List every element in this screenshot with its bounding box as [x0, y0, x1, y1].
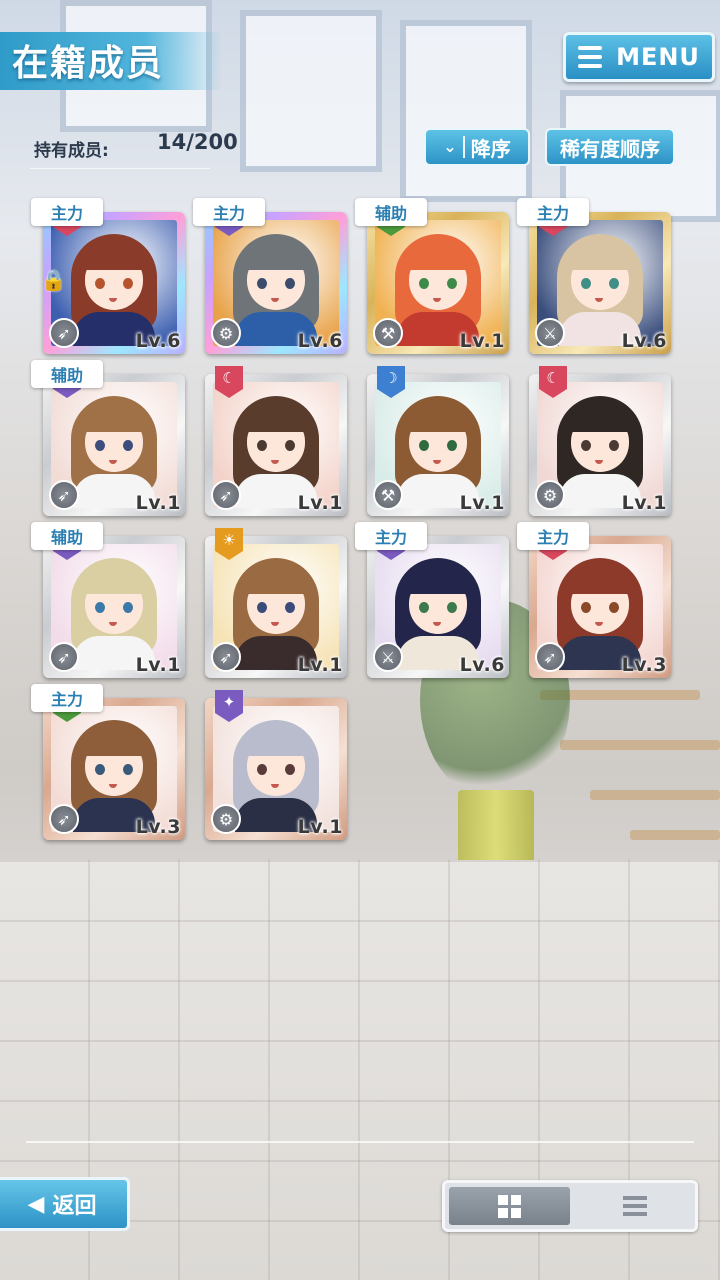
- grid-icon: [498, 1194, 521, 1218]
- sort-rarity-label: 稀有度顺序: [560, 136, 660, 161]
- member-level: Lv.3: [621, 654, 667, 676]
- member-card[interactable]: ☀ ➶ Lv.1: [205, 528, 347, 678]
- footer-divider: [26, 1141, 694, 1143]
- rocket-icon: ➶: [535, 642, 565, 672]
- member-card[interactable]: ✦ ⚙ Lv.1: [205, 690, 347, 840]
- owned-members-label: 持有成员:: [34, 141, 109, 161]
- member-level: Lv.1: [135, 654, 181, 676]
- rocket-icon: ➶: [49, 318, 79, 348]
- role-tag: 主力: [355, 522, 427, 550]
- header-divider: [30, 168, 210, 169]
- rocket-icon: ➶: [49, 642, 79, 672]
- member-card[interactable]: ♣ ⚒ Lv.1 辅助: [355, 198, 509, 354]
- view-mode-toggle: [442, 1180, 698, 1232]
- member-card[interactable]: ✦ ⚔ Lv.6 主力: [355, 522, 509, 678]
- sort-rarity-button[interactable]: 稀有度顺序: [545, 128, 675, 166]
- sort-order-button[interactable]: ⌄ 降序: [424, 128, 530, 166]
- role-tag: 主力: [517, 198, 589, 226]
- member-card[interactable]: ✦ ⚙ Lv.6 主力: [193, 198, 347, 354]
- member-card[interactable]: ✦ ➶ Lv.1 辅助: [31, 360, 185, 516]
- separator: [462, 136, 465, 158]
- role-tag: 主力: [193, 198, 265, 226]
- member-level: Lv.6: [135, 330, 181, 352]
- member-level: Lv.1: [297, 492, 343, 514]
- member-level: Lv.6: [621, 330, 667, 352]
- rocket-icon: ➶: [49, 804, 79, 834]
- grid-view-button[interactable]: [449, 1187, 570, 1225]
- gear-icon: ⚙: [535, 480, 565, 510]
- member-level: Lv.1: [297, 816, 343, 838]
- menu-button[interactable]: MENU: [563, 32, 715, 82]
- member-card[interactable]: ☾ ➶ Lv.3 主力: [517, 522, 671, 678]
- page-title: 在籍成员: [12, 43, 165, 84]
- back-button[interactable]: ◀ 返回: [0, 1177, 130, 1231]
- member-level: Lv.3: [135, 816, 181, 838]
- member-card[interactable]: ☾ ➶ Lv.6 主力🔒: [31, 198, 185, 354]
- member-card[interactable]: ☾ ⚔ Lv.6 主力: [517, 198, 671, 354]
- role-tag: 辅助: [31, 522, 103, 550]
- lock-icon: 🔒: [41, 268, 66, 292]
- role-tag: 主力: [31, 684, 103, 712]
- member-card[interactable]: ☾ ⚙ Lv.1: [529, 366, 671, 516]
- member-level: Lv.1: [459, 330, 505, 352]
- sort-order-label: 降序: [470, 136, 511, 161]
- hamburger-icon: [578, 46, 603, 68]
- member-level: Lv.1: [297, 654, 343, 676]
- role-tag: 主力: [31, 198, 103, 226]
- list-icon: [622, 1196, 647, 1216]
- role-tag: 辅助: [31, 360, 103, 388]
- member-level: Lv.1: [459, 492, 505, 514]
- member-level: Lv.1: [621, 492, 667, 514]
- list-view-button[interactable]: [574, 1183, 695, 1229]
- member-card[interactable]: ☽ ⚒ Lv.1: [367, 366, 509, 516]
- sword-icon: ⚔: [535, 318, 565, 348]
- member-card[interactable]: ☾ ➶ Lv.1: [205, 366, 347, 516]
- rocket-icon: ➶: [211, 642, 241, 672]
- member-card[interactable]: ♣ ➶ Lv.3 主力: [31, 684, 185, 840]
- sword-icon: ⚔: [373, 642, 403, 672]
- left-triangle-icon: ◀: [27, 1191, 45, 1217]
- role-tag: 主力: [517, 522, 589, 550]
- member-card[interactable]: ✦ ➶ Lv.1 辅助: [31, 522, 185, 678]
- rocket-icon: ➶: [49, 480, 79, 510]
- owned-members-count: 14/200: [157, 130, 238, 154]
- hammer-icon: ⚒: [373, 480, 403, 510]
- gear-icon: ⚙: [211, 804, 241, 834]
- rocket-icon: ➶: [211, 480, 241, 510]
- role-tag: 辅助: [355, 198, 427, 226]
- member-level: Lv.6: [459, 654, 505, 676]
- gear-icon: ⚙: [211, 318, 241, 348]
- hammer-icon: ⚒: [373, 318, 403, 348]
- double-chevron-down-icon: ⌄: [443, 137, 457, 156]
- member-level: Lv.1: [135, 492, 181, 514]
- member-level: Lv.6: [297, 330, 343, 352]
- back-label: 返回: [52, 1194, 97, 1219]
- menu-label: MENU: [616, 43, 700, 71]
